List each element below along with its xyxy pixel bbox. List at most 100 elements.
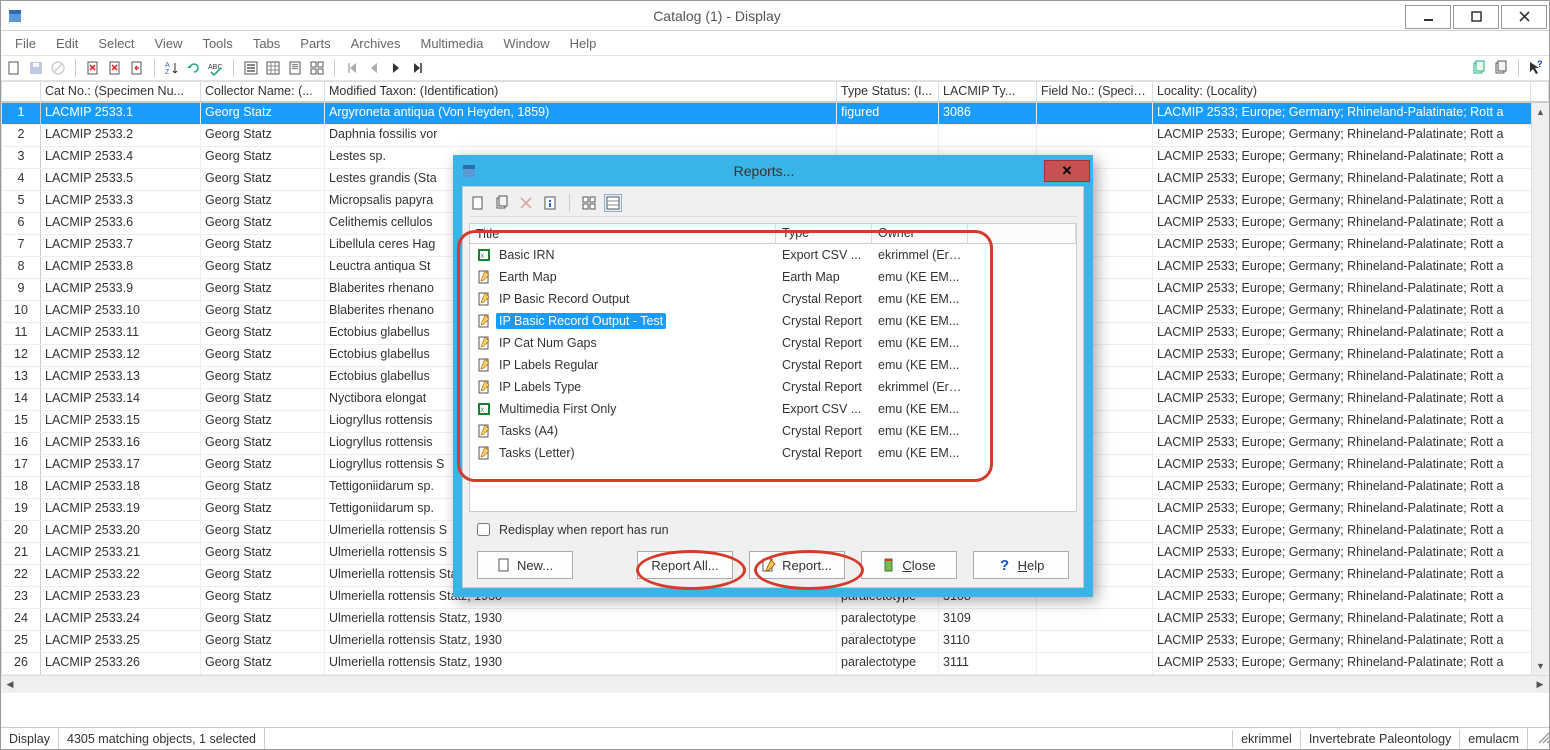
row-number[interactable]: 12 xyxy=(1,345,41,366)
cell-locality[interactable]: LACMIP 2533; Europe; Germany; Rhineland-… xyxy=(1153,301,1549,322)
table-row[interactable]: 25LACMIP 2533.25Georg StatzUlmeriella ro… xyxy=(1,631,1549,653)
doc-red-x2-icon[interactable] xyxy=(106,59,124,77)
scroll-up-icon[interactable]: ▲ xyxy=(1532,103,1549,121)
row-number[interactable]: 13 xyxy=(1,367,41,388)
cell-cat-no[interactable]: LACMIP 2533.12 xyxy=(41,345,201,366)
report-list-item[interactable]: IP Labels TypeCrystal Reportekrimmel (Er… xyxy=(470,376,1076,398)
cell-collector[interactable]: Georg Statz xyxy=(201,301,325,322)
report-item-title-cell[interactable]: IP Labels Regular xyxy=(470,356,776,374)
copy-icon[interactable] xyxy=(1492,59,1510,77)
row-number[interactable]: 18 xyxy=(1,477,41,498)
cell-cat-no[interactable]: LACMIP 2533.7 xyxy=(41,235,201,256)
row-number[interactable]: 5 xyxy=(1,191,41,212)
cell-collector[interactable]: Georg Statz xyxy=(201,279,325,300)
dialog-delete-icon[interactable] xyxy=(517,194,535,212)
table-row[interactable]: 1LACMIP 2533.1Georg StatzArgyroneta anti… xyxy=(1,103,1549,125)
dialog-view-list-icon[interactable] xyxy=(604,194,622,212)
dialog-copy-icon[interactable] xyxy=(493,194,511,212)
cell-collector[interactable]: Georg Statz xyxy=(201,499,325,520)
cell-taxon[interactable]: Ulmeriella rottensis Statz, 1930 xyxy=(325,631,837,652)
cell-lacmip-ty[interactable]: 3109 xyxy=(939,609,1037,630)
cell-locality[interactable]: LACMIP 2533; Europe; Germany; Rhineland-… xyxy=(1153,103,1549,124)
menu-select[interactable]: Select xyxy=(90,35,142,52)
cell-taxon[interactable]: Ulmeriella rottensis Statz, 1930 xyxy=(325,609,837,630)
menu-edit[interactable]: Edit xyxy=(48,35,86,52)
report-list-item[interactable]: IP Labels RegularCrystal Reportemu (KE E… xyxy=(470,354,1076,376)
menu-view[interactable]: View xyxy=(147,35,191,52)
cell-collector[interactable]: Georg Statz xyxy=(201,367,325,388)
menu-tabs[interactable]: Tabs xyxy=(245,35,288,52)
row-number[interactable]: 23 xyxy=(1,587,41,608)
cell-locality[interactable]: LACMIP 2533; Europe; Germany; Rhineland-… xyxy=(1153,389,1549,410)
nav-next-icon[interactable] xyxy=(387,59,405,77)
cell-taxon[interactable]: Ulmeriella rottensis Statz, 1930 xyxy=(325,653,837,674)
dialog-close-button[interactable]: ✕ xyxy=(1044,160,1090,182)
col-lacmip-ty[interactable]: LACMIP Ty... xyxy=(939,81,1037,102)
help-button[interactable]: ? Help xyxy=(973,551,1069,579)
row-number[interactable]: 19 xyxy=(1,499,41,520)
cell-locality[interactable]: LACMIP 2533; Europe; Germany; Rhineland-… xyxy=(1153,543,1549,564)
row-number[interactable]: 14 xyxy=(1,389,41,410)
view-grid-icon[interactable] xyxy=(264,59,282,77)
row-number[interactable]: 3 xyxy=(1,147,41,168)
nav-prev-icon[interactable] xyxy=(365,59,383,77)
redisplay-checkbox[interactable]: Redisplay when report has run xyxy=(469,518,1077,541)
col-collector[interactable]: Collector Name: (... xyxy=(201,81,325,102)
reports-col-owner[interactable]: Owner xyxy=(872,224,968,243)
nav-last-icon[interactable] xyxy=(409,59,427,77)
cell-cat-no[interactable]: LACMIP 2533.24 xyxy=(41,609,201,630)
row-number[interactable]: 16 xyxy=(1,433,41,454)
report-item-title-cell[interactable]: IP Basic Record Output xyxy=(470,290,776,308)
report-list-item[interactable]: Earth MapEarth Mapemu (KE EM... xyxy=(470,266,1076,288)
cell-collector[interactable]: Georg Statz xyxy=(201,433,325,454)
new-button[interactable]: New... xyxy=(477,551,573,579)
row-number[interactable]: 4 xyxy=(1,169,41,190)
menu-tools[interactable]: Tools xyxy=(194,35,240,52)
cell-locality[interactable]: LACMIP 2533; Europe; Germany; Rhineland-… xyxy=(1153,455,1549,476)
cell-lacmip-ty[interactable]: 3110 xyxy=(939,631,1037,652)
col-field-no[interactable]: Field No.: (Specim... xyxy=(1037,81,1153,102)
cell-lacmip-ty[interactable] xyxy=(939,125,1037,146)
vertical-scrollbar[interactable]: ▲ ▼ xyxy=(1531,103,1549,675)
row-number[interactable]: 11 xyxy=(1,323,41,344)
cell-cat-no[interactable]: LACMIP 2533.19 xyxy=(41,499,201,520)
cell-cat-no[interactable]: LACMIP 2533.25 xyxy=(41,631,201,652)
cell-lacmip-ty[interactable]: 3086 xyxy=(939,103,1037,124)
cell-cat-no[interactable]: LACMIP 2533.3 xyxy=(41,191,201,212)
cell-type-status[interactable]: figured xyxy=(837,103,939,124)
cell-locality[interactable]: LACMIP 2533; Europe; Germany; Rhineland-… xyxy=(1153,191,1549,212)
cell-taxon[interactable]: Daphnia fossilis vor xyxy=(325,125,837,146)
cell-cat-no[interactable]: LACMIP 2533.18 xyxy=(41,477,201,498)
cell-locality[interactable]: LACMIP 2533; Europe; Germany; Rhineland-… xyxy=(1153,279,1549,300)
cell-collector[interactable]: Georg Statz xyxy=(201,389,325,410)
cell-type-status[interactable]: paralectotype xyxy=(837,631,939,652)
row-number[interactable]: 6 xyxy=(1,213,41,234)
cell-cat-no[interactable]: LACMIP 2533.8 xyxy=(41,257,201,278)
cell-locality[interactable]: LACMIP 2533; Europe; Germany; Rhineland-… xyxy=(1153,235,1549,256)
sort-az-icon[interactable]: AZ xyxy=(163,59,181,77)
report-list-item[interactable]: IP Basic Record Output - TestCrystal Rep… xyxy=(470,310,1076,332)
report-list-item[interactable]: IP Basic Record OutputCrystal Reportemu … xyxy=(470,288,1076,310)
cell-collector[interactable]: Georg Statz xyxy=(201,191,325,212)
cell-locality[interactable]: LACMIP 2533; Europe; Germany; Rhineland-… xyxy=(1153,653,1549,674)
cell-collector[interactable]: Georg Statz xyxy=(201,455,325,476)
table-row[interactable]: 2LACMIP 2533.2Georg StatzDaphnia fossili… xyxy=(1,125,1549,147)
cell-cat-no[interactable]: LACMIP 2533.5 xyxy=(41,169,201,190)
cell-locality[interactable]: LACMIP 2533; Europe; Germany; Rhineland-… xyxy=(1153,521,1549,542)
row-number[interactable]: 17 xyxy=(1,455,41,476)
row-number[interactable]: 8 xyxy=(1,257,41,278)
cell-cat-no[interactable]: LACMIP 2533.2 xyxy=(41,125,201,146)
cell-locality[interactable]: LACMIP 2533; Europe; Germany; Rhineland-… xyxy=(1153,433,1549,454)
row-number[interactable]: 21 xyxy=(1,543,41,564)
cell-collector[interactable]: Georg Statz xyxy=(201,543,325,564)
cell-lacmip-ty[interactable]: 3111 xyxy=(939,653,1037,674)
table-row[interactable]: 26LACMIP 2533.26Georg StatzUlmeriella ro… xyxy=(1,653,1549,675)
report-list-item[interactable]: XBasic IRNExport CSV ...ekrimmel (Eri... xyxy=(470,244,1076,266)
window-maximize-button[interactable] xyxy=(1453,5,1499,29)
report-item-title-cell[interactable]: IP Basic Record Output - Test xyxy=(470,312,776,330)
row-number[interactable]: 22 xyxy=(1,565,41,586)
row-number[interactable]: 2 xyxy=(1,125,41,146)
cell-collector[interactable]: Georg Statz xyxy=(201,257,325,278)
cell-type-status[interactable]: paralectotype xyxy=(837,653,939,674)
no-entry-icon[interactable] xyxy=(49,59,67,77)
